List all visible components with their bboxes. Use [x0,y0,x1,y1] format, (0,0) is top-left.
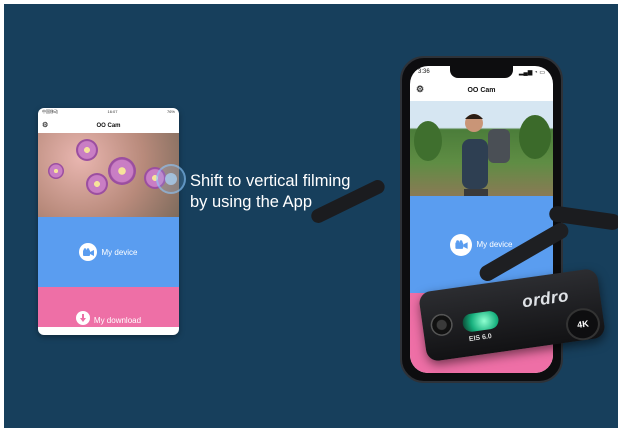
my-device-button[interactable]: My device [38,217,179,287]
status-light [461,310,500,333]
app-screen-small: 中国移动 16:07 76% ⚙ OO Cam My device My dow… [38,108,179,335]
phone-notch [450,66,513,78]
signal-icon: ▂▄▆ ◔ ▭ [518,70,545,76]
eis-label: EIS 6.0 [468,333,493,344]
gear-icon[interactable]: ⚙ [416,84,424,95]
battery-label: 76% [166,109,175,114]
flower-image [48,163,64,179]
status-bar: 中国移动 16:07 76% [38,108,179,118]
app-header: ⚙ OO Cam [38,118,179,133]
caption-line-1: Shift to vertical filming [190,172,351,190]
my-device-label: My device [101,247,138,257]
4k-badge: 4K [563,306,603,343]
flower-image [76,139,98,161]
camera-icon [450,233,473,256]
app-title: OO Cam [96,122,121,129]
touch-indicator-icon [156,164,186,194]
my-download-label: My download [93,316,142,325]
flower-image [86,173,108,195]
promo-banner: 中国移动 16:07 76% ⚙ OO Cam My device My dow… [4,4,618,428]
my-device-label: My device [476,240,513,249]
time-label: 3:36 [418,69,430,75]
my-download-button[interactable]: My download [38,287,179,327]
app-header: ⚙ OO Cam [410,79,553,101]
camera-preview [410,101,553,196]
carrier-label: 中国移动 [42,109,58,114]
camera-icon [79,243,98,261]
time-label: 16:07 [107,109,118,114]
gear-icon[interactable]: ⚙ [42,121,48,129]
camera-lens [429,312,455,338]
app-title: OO Cam [467,86,496,94]
flower-image [108,157,136,185]
download-icon [75,311,90,325]
hiker-image [414,114,551,196]
camera-brand-logo: ordro [520,286,571,312]
